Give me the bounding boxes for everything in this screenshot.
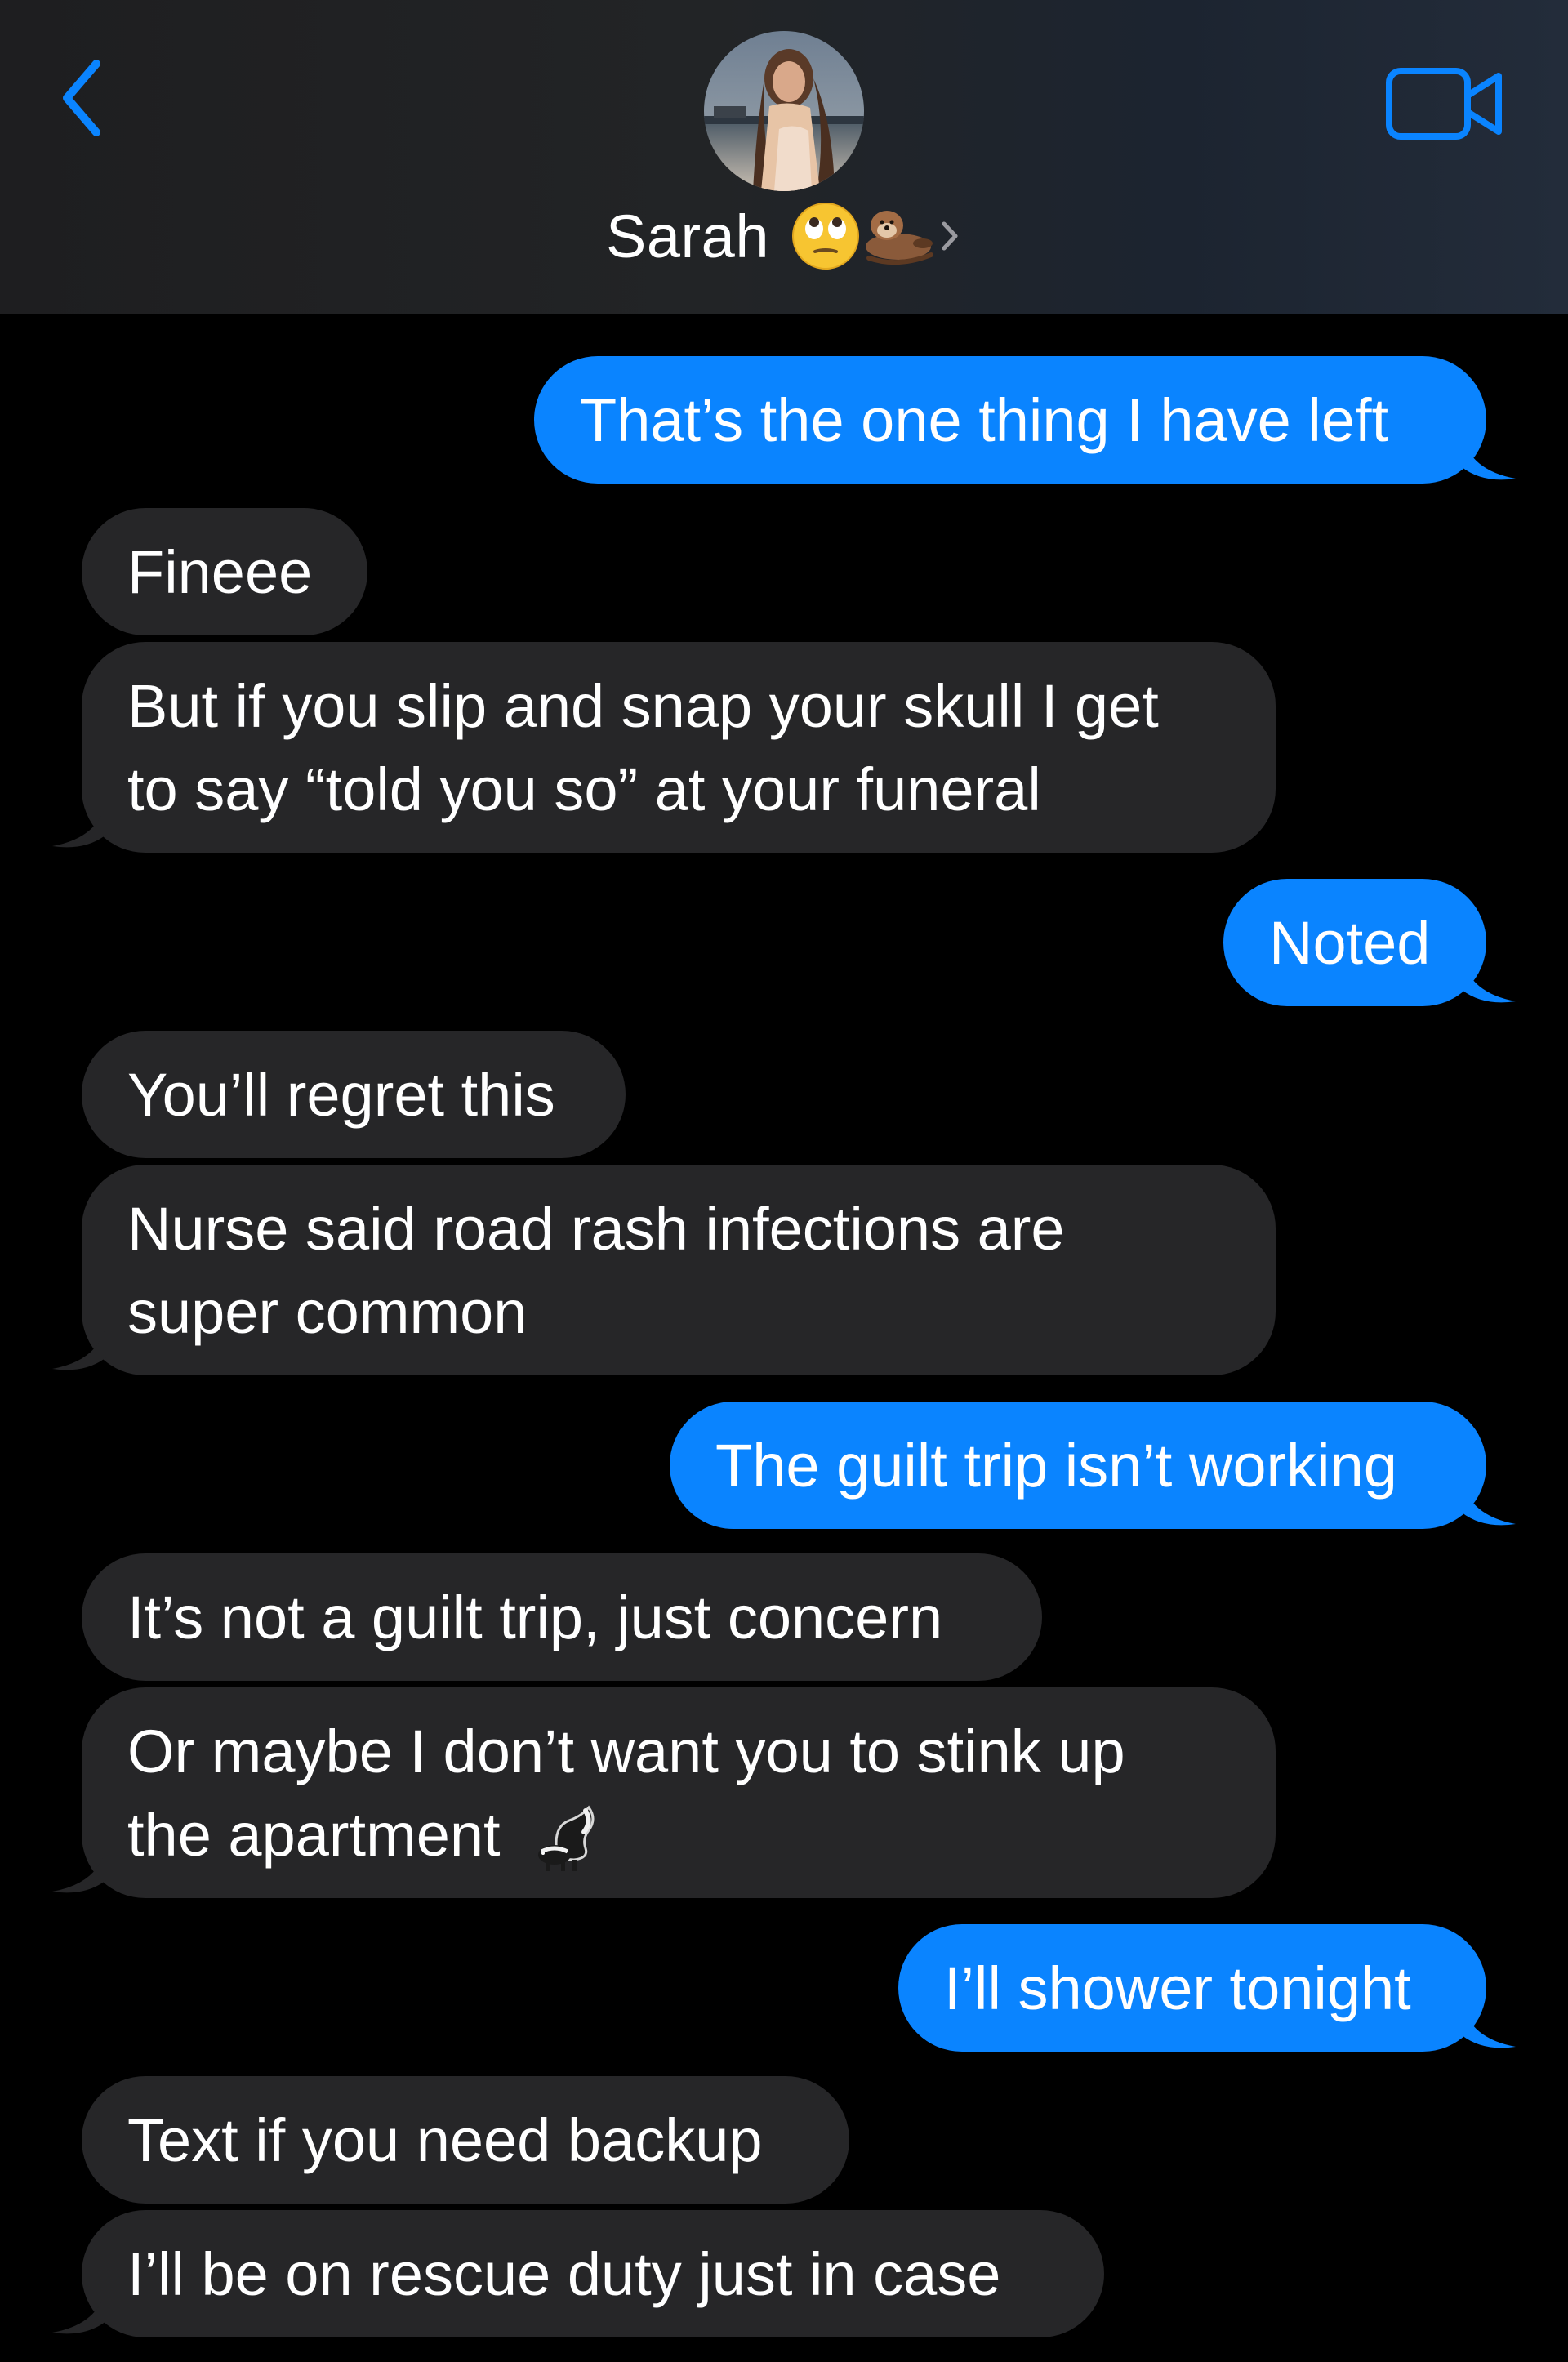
video-camera-icon bbox=[1386, 68, 1502, 140]
message-bubble-incoming[interactable]: Text if you need backup bbox=[82, 2076, 849, 2204]
bubble-tail bbox=[52, 2288, 106, 2334]
conversation-header: Sarah bbox=[0, 0, 1568, 314]
bubble-tail bbox=[1462, 435, 1516, 480]
message-bubble-outgoing[interactable]: That’s the one thing I have left bbox=[534, 356, 1486, 484]
bubble-tail bbox=[1462, 957, 1516, 1003]
bubble-tail bbox=[52, 802, 106, 848]
contact-name: Sarah bbox=[606, 202, 769, 270]
chevron-right-icon bbox=[942, 221, 958, 251]
message-text: You’ll regret this bbox=[127, 1061, 555, 1129]
message-text: to say “told you so” at your funeral bbox=[127, 755, 1041, 823]
message-text: I’ll be on rescue duty just in case bbox=[127, 2240, 1001, 2308]
message-text: super common bbox=[127, 1278, 528, 1346]
message-text: That’s the one thing I have left bbox=[580, 386, 1389, 454]
message-text: Noted bbox=[1269, 909, 1431, 977]
face-with-rolling-eyes-emoji bbox=[791, 203, 859, 270]
back-button[interactable] bbox=[49, 49, 114, 147]
video-call-button[interactable] bbox=[1380, 59, 1511, 149]
bubble-tail bbox=[1462, 2003, 1516, 2048]
message-text: Text if you need backup bbox=[127, 2106, 763, 2174]
message-text: the apartment bbox=[127, 1801, 501, 1869]
message-bubble-incoming[interactable]: Nurse said road rash infections are supe… bbox=[82, 1165, 1276, 1375]
message-text: Or maybe I don’t want you to stink up bbox=[127, 1718, 1125, 1785]
message-text: It’s not a guilt trip, just concern bbox=[127, 1584, 943, 1651]
bubble-tail bbox=[52, 1325, 106, 1370]
message-bubble-incoming[interactable]: But if you slip and snap your skull I ge… bbox=[82, 642, 1276, 853]
message-bubble-incoming[interactable]: Or maybe I don’t want you to stink up th… bbox=[82, 1687, 1276, 1898]
message-text: Fineee bbox=[127, 538, 313, 606]
bubble-tail bbox=[1462, 1480, 1516, 1526]
message-bubble-incoming[interactable]: It’s not a guilt trip, just concern bbox=[82, 1553, 1042, 1681]
skunk-emoji bbox=[538, 1805, 595, 1872]
message-text: I’ll shower tonight bbox=[944, 1954, 1411, 2022]
contact-name-button[interactable]: Sarah bbox=[0, 201, 1568, 271]
message-text: But if you slip and snap your skull I ge… bbox=[127, 672, 1159, 740]
message-text: The guilt trip isn’t working bbox=[715, 1432, 1397, 1500]
message-bubble-incoming[interactable]: Fineee bbox=[82, 508, 368, 635]
chevron-left-icon bbox=[63, 60, 100, 136]
message-text: Nurse said road rash infections are bbox=[127, 1195, 1065, 1263]
avatar[interactable] bbox=[704, 31, 864, 191]
message-bubble-outgoing[interactable]: The guilt trip isn’t working bbox=[670, 1402, 1486, 1529]
otter-emoji bbox=[865, 211, 933, 265]
bubble-tail bbox=[52, 1847, 106, 1893]
message-bubble-outgoing[interactable]: I’ll shower tonight bbox=[898, 1924, 1486, 2052]
message-bubble-outgoing[interactable]: Noted bbox=[1223, 879, 1486, 1006]
message-bubble-incoming[interactable]: I’ll be on rescue duty just in case bbox=[82, 2210, 1104, 2337]
message-bubble-incoming[interactable]: You’ll regret this bbox=[82, 1031, 626, 1158]
